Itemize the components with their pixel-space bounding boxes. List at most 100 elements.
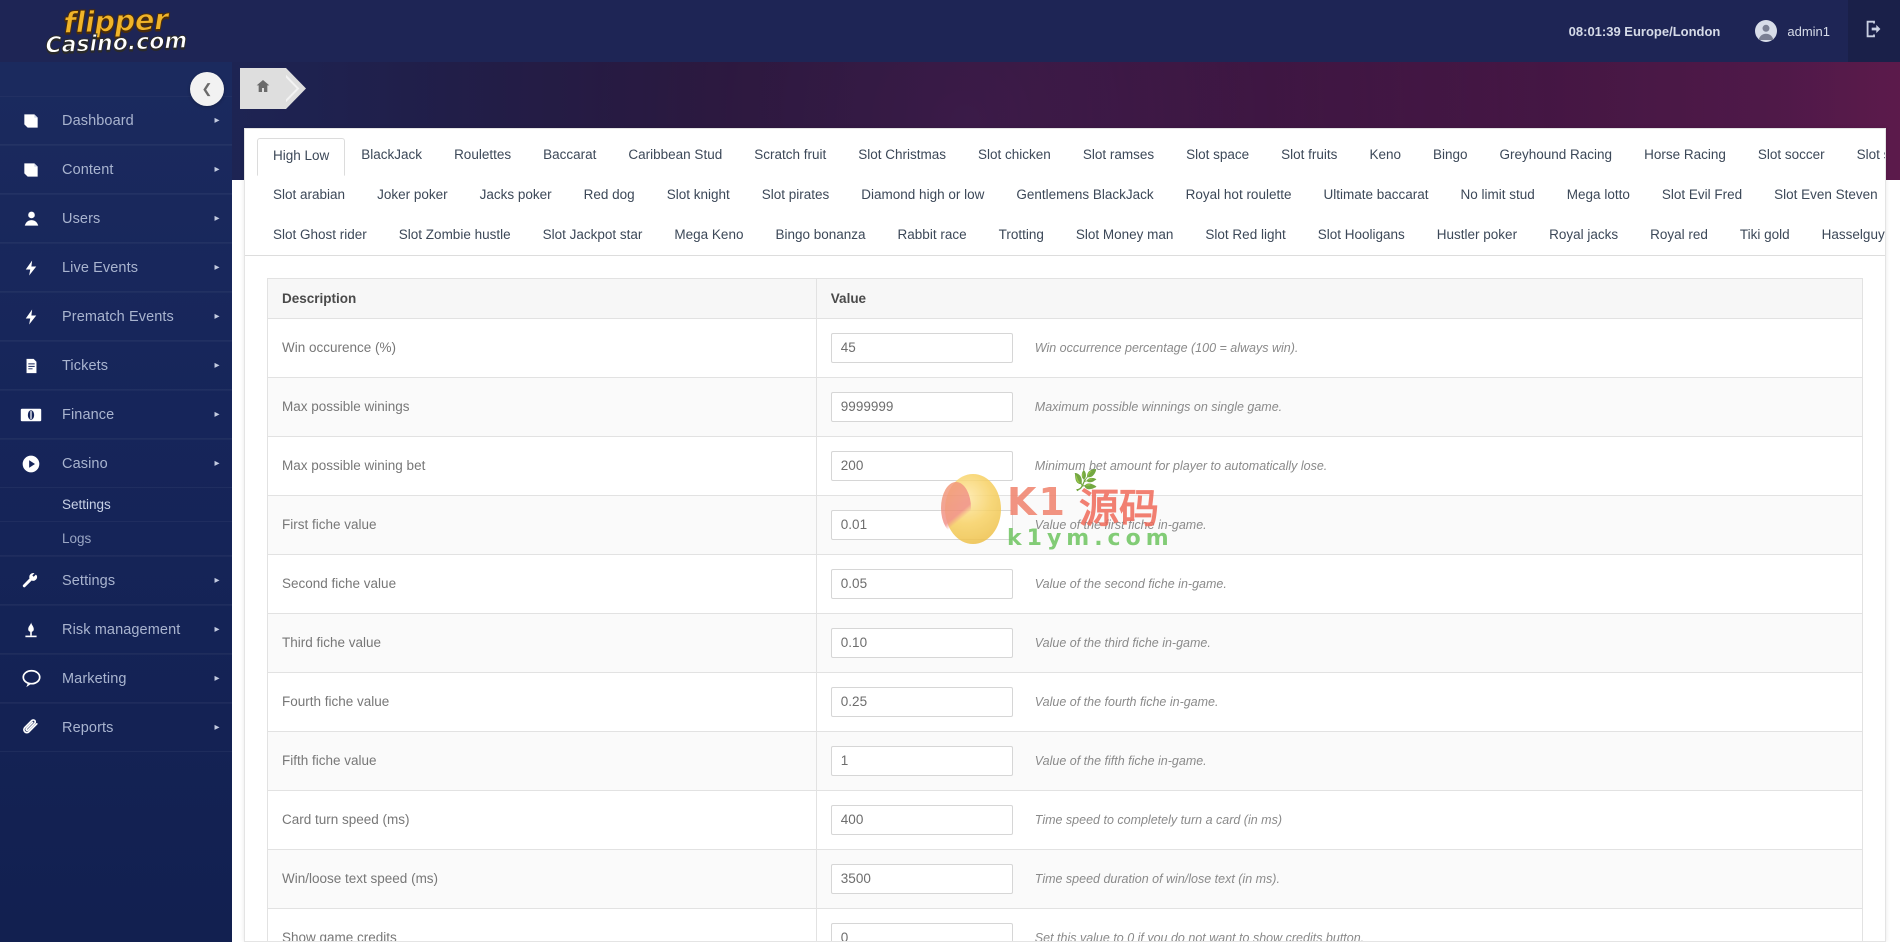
tab-slot-pirates[interactable]: Slot pirates — [746, 177, 846, 215]
tab-slot-money-man[interactable]: Slot Money man — [1060, 217, 1190, 255]
tab-slot-fruits[interactable]: Slot fruits — [1265, 137, 1353, 175]
setting-input-win-occurence[interactable] — [830, 332, 1013, 363]
tab-slot-hooligans[interactable]: Slot Hooligans — [1302, 217, 1421, 255]
tab-royal-hot-roulette[interactable]: Royal hot roulette — [1170, 177, 1308, 215]
setting-input-card-turn-speed-ms[interactable] — [830, 804, 1013, 835]
sidebar-item-prematch-events[interactable]: Prematch Events ▸ — [0, 292, 232, 341]
banknote-icon — [0, 390, 62, 439]
setting-value-cell: Value of the fourth fiche in-game. — [815, 671, 1864, 732]
value-wrapper: Time speed duration of win/lose text (in… — [830, 863, 1848, 894]
breadcrumb-home-button[interactable] — [240, 68, 286, 109]
setting-description: Card turn speed (ms) — [267, 789, 817, 850]
brand-logo[interactable]: flipper Casino.com — [0, 0, 232, 62]
breadcrumb-chevron-icon — [286, 68, 306, 109]
sidebar-collapse-button[interactable]: ❮ — [190, 72, 224, 106]
tab-rabbit-race[interactable]: Rabbit race — [882, 217, 983, 255]
sidebar-item-finance[interactable]: Finance ▸ — [0, 390, 232, 439]
sidebar-label: Tickets — [62, 357, 109, 374]
tab-baccarat[interactable]: Baccarat — [527, 137, 612, 175]
tab-hasselguy[interactable]: Hasselguy — [1806, 217, 1885, 255]
setting-input-fifth-fiche-value[interactable] — [830, 745, 1013, 776]
tab-slot-christmas[interactable]: Slot Christmas — [842, 137, 962, 175]
user-avatar-icon — [1754, 19, 1778, 43]
setting-input-max-possible-winings[interactable] — [830, 391, 1013, 422]
tab-slot-zombie-hustle[interactable]: Slot Zombie hustle — [383, 217, 527, 255]
setting-input-show-game-credits[interactable] — [830, 922, 1013, 941]
tab-slot-evil-fred[interactable]: Slot Evil Fred — [1646, 177, 1758, 215]
tab-slot-arabian[interactable]: Slot arabian — [257, 177, 361, 215]
sidebar-item-content[interactable]: Content ▸ — [0, 145, 232, 194]
sidebar-item-settings[interactable]: Settings ▸ — [0, 556, 232, 605]
sidebar-item-live-events[interactable]: Live Events ▸ — [0, 243, 232, 292]
setting-input-max-possible-wining-bet[interactable] — [830, 450, 1013, 481]
settings-table-head: Description Value — [267, 277, 1864, 319]
sidebar-item-marketing[interactable]: Marketing ▸ — [0, 654, 232, 703]
tab-hustler-poker[interactable]: Hustler poker — [1421, 217, 1533, 255]
settings-table-body: Win occurence (%) Win occurrence percenta… — [267, 317, 1864, 941]
tab-high-low[interactable]: High Low — [257, 138, 346, 176]
tab-royal-jacks[interactable]: Royal jacks — [1533, 217, 1634, 255]
logout-button[interactable] — [1848, 0, 1900, 62]
tab-bingo-bonanza[interactable]: Bingo bonanza — [759, 217, 881, 255]
tab-joker-poker[interactable]: Joker poker — [361, 177, 464, 215]
tab-roulettes[interactable]: Roulettes — [438, 137, 527, 175]
tab-caribbean-stud[interactable]: Caribbean Stud — [612, 137, 738, 175]
tab-slot-even-steven[interactable]: Slot Even Steven — [1758, 177, 1885, 215]
tab-mega-lotto[interactable]: Mega lotto — [1551, 177, 1646, 215]
table-row: Show game credits Set this value to 0 if … — [267, 907, 1864, 941]
book-icon — [0, 145, 62, 194]
setting-input-first-fiche-value[interactable] — [830, 509, 1013, 540]
value-wrapper: Time speed to completely turn a card (in… — [830, 804, 1848, 835]
sidebar-subitem-casino-logs[interactable]: Logs — [0, 522, 232, 556]
tab-slot-knight[interactable]: Slot knight — [651, 177, 746, 215]
sidebar-item-tickets[interactable]: Tickets ▸ — [0, 341, 232, 390]
chevron-right-icon: ▸ — [214, 673, 220, 684]
setting-input-second-fiche-value[interactable] — [830, 568, 1013, 599]
sidebar-subitem-casino-settings[interactable]: Settings — [0, 488, 232, 522]
tab-slot-soccer-3d[interactable]: Slot soccer 3D — [1841, 137, 1885, 175]
tab-slot-ramses[interactable]: Slot ramses — [1067, 137, 1170, 175]
setting-hint: Value of the fifth fiche in-game. — [1034, 753, 1207, 768]
tab-row-3: Slot Ghost rider Slot Zombie hustle Slot J… — [257, 217, 1885, 255]
username-label: admin1 — [1787, 23, 1830, 39]
settings-table: Description Value Win occurence (%)Win o… — [267, 277, 1864, 941]
setting-input-third-fiche-value[interactable] — [830, 627, 1013, 658]
setting-input-fourth-fiche-value[interactable] — [830, 686, 1013, 717]
logout-icon — [1863, 18, 1885, 45]
sidebar-item-users[interactable]: Users ▸ — [0, 194, 232, 243]
setting-description: Show game credits — [267, 907, 817, 941]
setting-description: Max possible wining bet — [267, 435, 817, 496]
tab-tiki-gold[interactable]: Tiki gold — [1724, 217, 1806, 255]
tab-scratch-fruit[interactable]: Scratch fruit — [738, 137, 842, 175]
tab-mega-keno[interactable]: Mega Keno — [658, 217, 759, 255]
tab-red-dog[interactable]: Red dog — [568, 177, 651, 215]
tab-greyhound-racing[interactable]: Greyhound Racing — [1484, 137, 1629, 175]
breadcrumb[interactable] — [240, 68, 308, 109]
tab-bingo[interactable]: Bingo — [1417, 137, 1484, 175]
setting-input-win-loose-text-speed-ms[interactable] — [830, 863, 1013, 894]
sidebar-item-reports[interactable]: Reports ▸ — [0, 703, 232, 752]
tab-royal-red[interactable]: Royal red — [1634, 217, 1724, 255]
user-menu[interactable]: admin1 — [1736, 0, 1848, 62]
table-row: Fifth fiche value Value of the fifth fich… — [267, 730, 1864, 791]
tab-slot-space[interactable]: Slot space — [1170, 137, 1265, 175]
tab-ultimate-baccarat[interactable]: Ultimate baccarat — [1307, 177, 1444, 215]
tab-slot-chicken[interactable]: Slot chicken — [962, 137, 1067, 175]
tab-slot-soccer[interactable]: Slot soccer — [1742, 137, 1841, 175]
tab-no-limit-stud[interactable]: No limit stud — [1445, 177, 1551, 215]
tab-trotting[interactable]: Trotting — [983, 217, 1060, 255]
tab-diamond-high-or-low[interactable]: Diamond high or low — [845, 177, 1000, 215]
sidebar-item-risk-management[interactable]: Risk management ▸ — [0, 605, 232, 654]
tab-gentlemens-blackjack[interactable]: Gentlemens BlackJack — [1000, 177, 1169, 215]
tab-horse-racing[interactable]: Horse Racing — [1628, 137, 1742, 175]
tab-keno[interactable]: Keno — [1353, 137, 1417, 175]
tab-jacks-poker[interactable]: Jacks poker — [464, 177, 568, 215]
tab-slot-ghost-rider[interactable]: Slot Ghost rider — [257, 217, 383, 255]
tab-slot-red-light[interactable]: Slot Red light — [1189, 217, 1301, 255]
setting-hint: Maximum possible winnings on single game… — [1034, 399, 1283, 414]
setting-description: Second fiche value — [267, 553, 817, 614]
value-wrapper: Minimum bet amount for player to automat… — [830, 450, 1848, 481]
sidebar-item-casino[interactable]: Casino ▸ — [0, 439, 232, 488]
tab-blackjack[interactable]: BlackJack — [345, 137, 438, 175]
tab-slot-jackpot-star[interactable]: Slot Jackpot star — [527, 217, 659, 255]
